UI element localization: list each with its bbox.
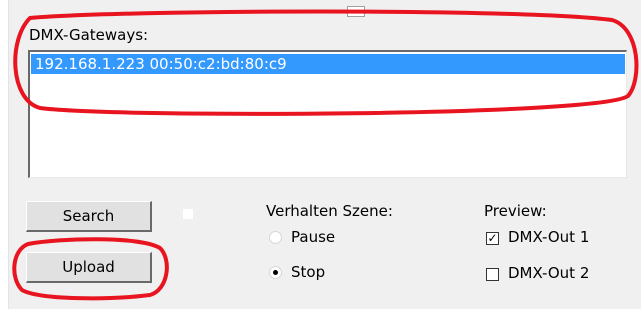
dmx-out-1-checkbox[interactable]: ✓ xyxy=(486,232,499,245)
search-button[interactable]: Search xyxy=(26,201,152,232)
pause-radio-label: Pause xyxy=(291,228,336,246)
radio-selected-dot xyxy=(273,270,278,275)
gateways-label: DMX-Gateways: xyxy=(29,26,149,44)
upload-button[interactable]: Upload xyxy=(26,252,152,283)
scene-behavior-title: Verhalten Szene: xyxy=(266,202,393,220)
dmx-out-2-label: DMX-Out 2 xyxy=(508,264,590,282)
stop-radio-label: Stop xyxy=(291,263,326,281)
stop-radio[interactable] xyxy=(269,266,282,279)
gateway-list-item[interactable]: 192.168.1.223 00:50:c2:bd:80:c9 xyxy=(31,54,625,74)
resize-handle[interactable] xyxy=(347,6,365,17)
preview-title: Preview: xyxy=(484,202,547,220)
gateways-listbox[interactable]: 192.168.1.223 00:50:c2:bd:80:c9 xyxy=(28,50,627,178)
status-indicator xyxy=(182,208,194,220)
dmx-out-2-checkbox[interactable] xyxy=(486,268,499,281)
check-mark-icon: ✓ xyxy=(487,231,498,245)
pause-radio[interactable] xyxy=(269,231,282,244)
dmx-out-1-label: DMX-Out 1 xyxy=(508,228,590,246)
